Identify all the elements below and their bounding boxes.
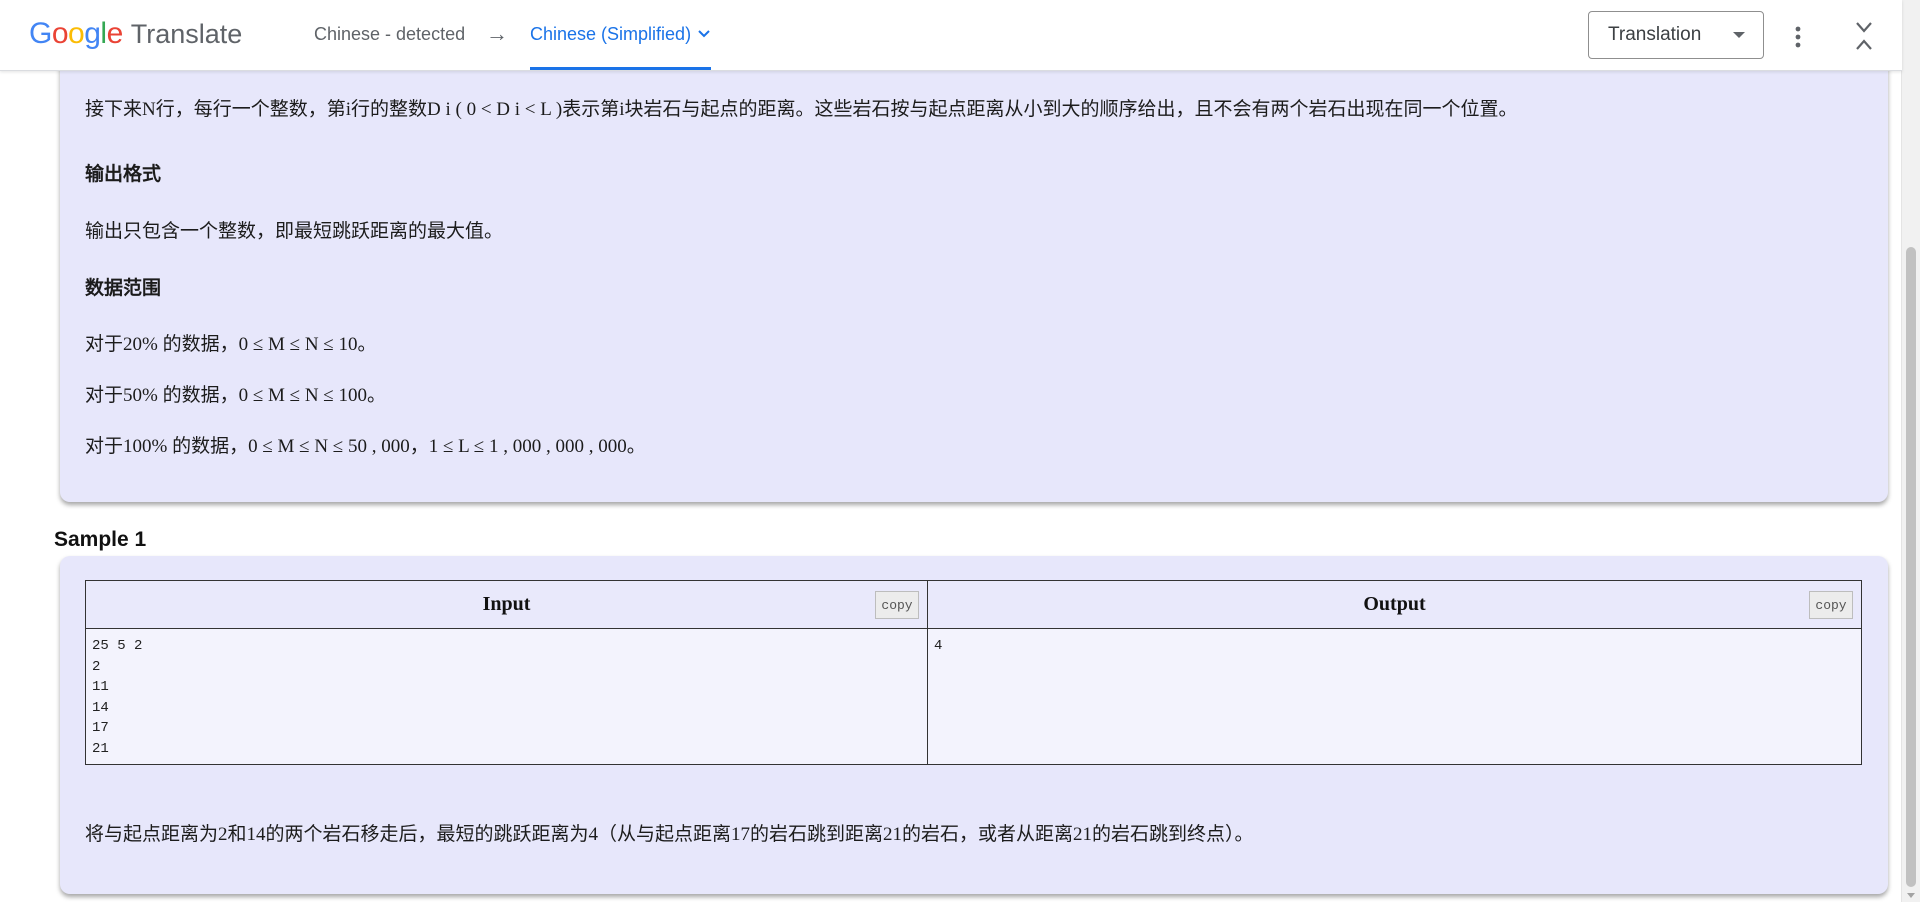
dropdown-caret-icon [1733, 32, 1745, 38]
output-format-heading: 输出格式 [85, 164, 162, 185]
target-language-label: Chinese (Simplified) [530, 24, 692, 44]
problem-description-card: 接下来N行，每行一个整数，第i行的整数D i ( 0 < D i < L )表示… [60, 40, 1888, 502]
input-line: 11 [92, 679, 109, 696]
range-line: 对于100% 的数据，0 ≤ M ≤ N ≤ 50 , 000，1 ≤ L ≤ … [85, 436, 646, 457]
sample-output-content[interactable]: 4 [928, 629, 1861, 764]
output-line: 4 [934, 638, 943, 654]
translate-wordmark: Translate [130, 18, 243, 49]
sample-input-content[interactable]: 25 5 2 2 11 14 17 21 [86, 629, 928, 764]
logo-letter: G [29, 17, 52, 50]
input-line: 2 [92, 658, 101, 675]
sample-explanation: 将与起点距离为2和14的两个岩石移走后，最短的跳跃距离为4（从与起点距离17的岩… [85, 824, 1254, 845]
target-language-tab[interactable]: Chinese (Simplified) [530, 14, 712, 70]
output-header: Output copy [928, 581, 1861, 629]
source-language-tab[interactable]: Chinese - detected [314, 24, 465, 45]
sample-title: Sample 1 [54, 528, 147, 551]
google-wordmark: Google [29, 17, 123, 51]
logo-letter: g [84, 17, 101, 50]
input-line: 21 [92, 740, 109, 757]
range-line: 对于50% 的数据，0 ≤ M ≤ N ≤ 100。 [85, 385, 386, 406]
arrow-right-icon: → [486, 21, 508, 46]
logo-letter: o [51, 17, 69, 50]
more-vert-icon [1795, 26, 1801, 48]
copy-input-button[interactable]: copy [875, 591, 919, 619]
google-translate-logo[interactable]: Google Translate [29, 16, 242, 52]
page-scrollbar[interactable] [1901, 0, 1920, 902]
collapse-icon [1856, 22, 1872, 50]
output-label: Output [1363, 593, 1426, 615]
logo-letter: o [68, 17, 85, 50]
output-description: 输出只包含一个整数，即最短跳跃距离的最大值。 [85, 221, 504, 242]
input-line: 17 [92, 720, 109, 737]
mode-select-value: Translation [1608, 24, 1702, 45]
input-line: 25 5 2 [92, 638, 143, 654]
copy-output-button[interactable]: copy [1809, 591, 1853, 619]
sample-io-table: Input copy Output copy 25 5 2 2 11 14 17… [85, 580, 1862, 765]
scrollbar-thumb[interactable] [1906, 247, 1916, 887]
scroll-down-arrow-icon[interactable] [1907, 893, 1915, 898]
input-header: Input copy [86, 581, 928, 629]
collapse-button[interactable] [1846, 18, 1882, 54]
translate-toolbar: Google Translate Chinese - detected → Ch… [0, 0, 1902, 71]
sample-card: Input copy Output copy 25 5 2 2 11 14 17… [60, 556, 1888, 894]
range-line: 对于20% 的数据，0 ≤ M ≤ N ≤ 10。 [85, 334, 377, 355]
input-description: 接下来N行，每行一个整数，第i行的整数D i ( 0 < D i < L )表示… [85, 99, 1518, 120]
input-line: 14 [92, 699, 109, 716]
data-range-heading: 数据范围 [85, 278, 162, 299]
chevron-down-icon [698, 30, 710, 38]
logo-letter: e [106, 17, 124, 50]
more-options-button[interactable] [1780, 19, 1816, 55]
input-label: Input [482, 593, 531, 615]
translation-mode-select[interactable]: Translation [1588, 11, 1764, 59]
